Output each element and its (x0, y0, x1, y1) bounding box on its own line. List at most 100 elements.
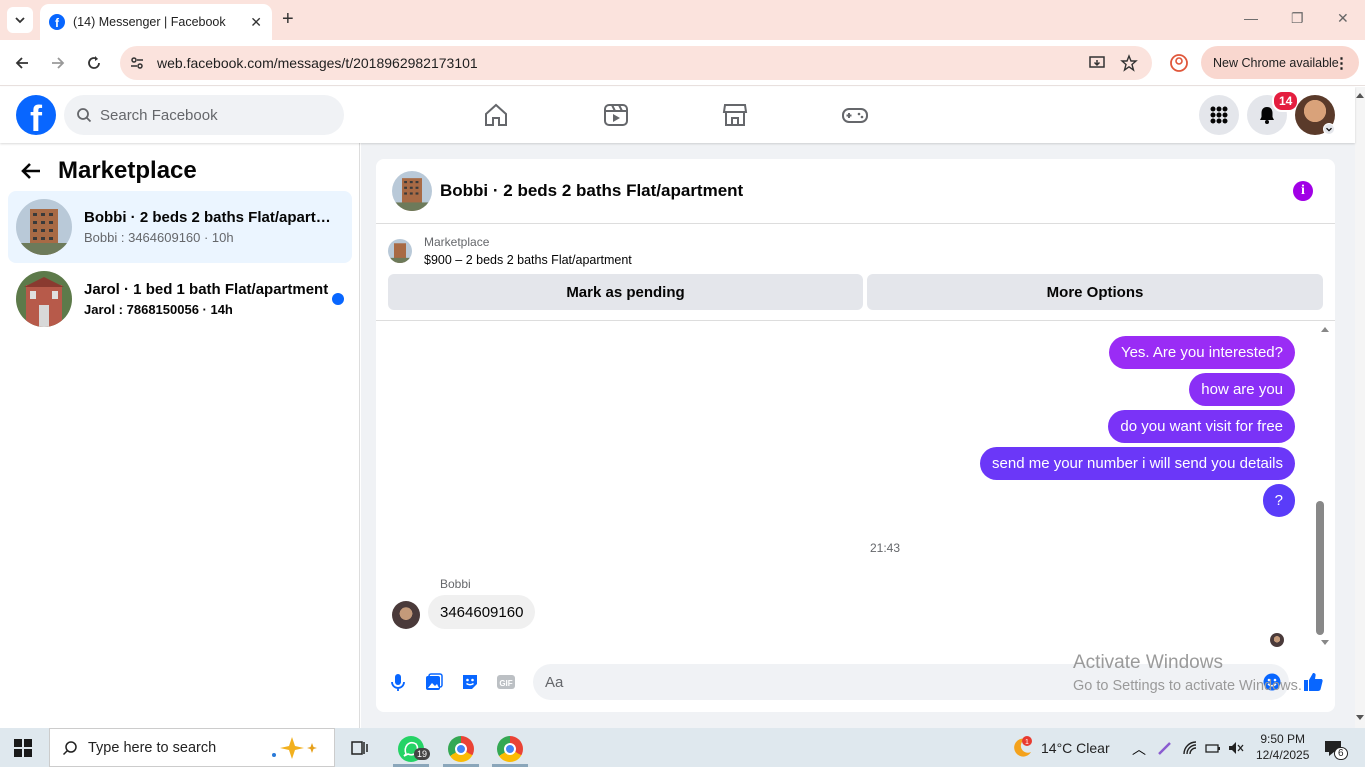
tray-chevron-icon[interactable]: ︿ (1132, 739, 1146, 759)
battery-icon[interactable] (1205, 740, 1221, 756)
copilot-sparkle-icon[interactable] (268, 735, 324, 761)
outgoing-message[interactable]: do you want visit for free (1108, 410, 1295, 443)
video-icon[interactable] (602, 101, 630, 129)
taskbar-search[interactable]: Type here to search (49, 728, 335, 767)
outgoing-message[interactable]: Yes. Are you interested? (1108, 336, 1295, 369)
unread-indicator (332, 293, 344, 305)
microphone-icon[interactable] (388, 672, 408, 692)
read-receipt-avatar (1270, 633, 1284, 647)
clock-date: 12/4/2025 (1256, 748, 1310, 762)
listing-info[interactable]: Marketplace $900 – 2 beds 2 baths Flat/a… (388, 235, 632, 267)
back-arrow-icon[interactable] (20, 160, 42, 182)
back-arrow-icon (15, 57, 28, 69)
search-icon (77, 108, 92, 123)
conversation-name: Bobbi · 2 beds 2 baths Flat/apartm... (84, 209, 334, 226)
chat-listing-thumbnail[interactable] (392, 171, 432, 211)
bookmark-star-icon[interactable] (1120, 54, 1138, 72)
windows-start-icon[interactable] (14, 739, 32, 757)
scroll-down-icon[interactable] (1320, 639, 1330, 647)
clock[interactable]: 9:50 PM 12/4/2025 (1256, 731, 1309, 763)
info-icon[interactable]: i (1293, 181, 1313, 201)
more-options-button[interactable]: More Options (867, 274, 1323, 310)
kebab-menu-icon[interactable]: ⋮ (1334, 54, 1349, 72)
address-toolbar: web.facebook.com/messages/t/201896298217… (0, 40, 1365, 86)
gif-icon[interactable]: GIF (496, 672, 516, 692)
weather-moon-icon: 1 (1014, 735, 1032, 757)
outgoing-message[interactable]: send me your number i will send you deta… (980, 447, 1295, 480)
install-app-icon[interactable] (1088, 54, 1106, 72)
omnibox[interactable]: web.facebook.com/messages/t/201896298217… (120, 46, 1152, 80)
browser-tab-bar: f (14) Messenger | Facebook ✕ + — ❐ ✕ (0, 0, 1365, 40)
chevron-down-icon (15, 17, 25, 24)
restore-icon[interactable]: ❐ (1291, 10, 1304, 27)
site-info-icon[interactable] (129, 55, 145, 71)
mark-as-pending-button[interactable]: Mark as pending (388, 274, 863, 310)
browser-tab[interactable]: f (14) Messenger | Facebook ✕ (40, 4, 272, 40)
speaker-muted-icon[interactable] (1228, 740, 1244, 756)
chrome-icon[interactable] (448, 736, 474, 762)
listing-label: Marketplace (424, 235, 490, 249)
activate-windows-watermark: Activate Windows Go to Settings to activ… (1073, 652, 1302, 694)
svg-text:1: 1 (1025, 739, 1029, 746)
page-scrollbar[interactable] (1355, 87, 1365, 728)
minimize-icon[interactable]: — (1244, 10, 1258, 26)
search-icon (62, 740, 77, 755)
new-tab-button[interactable]: + (282, 8, 294, 30)
facebook-header: f (0, 87, 1355, 143)
facebook-search[interactable] (64, 95, 344, 135)
photo-icon[interactable] (424, 672, 444, 692)
watermark-line2: Go to Settings to activate Windows. (1073, 678, 1302, 694)
profile-icon[interactable] (1169, 53, 1189, 73)
apps-grid-icon (1210, 106, 1228, 124)
wifi-icon[interactable] (1182, 740, 1198, 756)
marketplace-icon[interactable] (721, 101, 749, 129)
menu-button[interactable] (1199, 95, 1239, 135)
chat-scrollbar[interactable] (1316, 501, 1324, 635)
listing-thumbnail (16, 199, 72, 255)
message-list[interactable]: Yes. Are you interested? how are you do … (376, 321, 1320, 656)
new-chrome-label: New Chrome available (1213, 55, 1339, 70)
listing-thumbnail (16, 271, 72, 327)
new-chrome-available-button[interactable]: New Chrome available ⋮ (1201, 46, 1359, 79)
conversation-item[interactable]: Jarol · 1 bed 1 bath Flat/apartment Jaro… (8, 263, 352, 335)
tab-search-button[interactable] (7, 7, 33, 33)
windows-taskbar: Type here to search 19 1 14°C Clear ︿ 9:… (0, 728, 1365, 767)
reload-button[interactable] (83, 52, 105, 74)
conversation-preview: Bobbi : 3464609160 · 10h (84, 230, 234, 245)
outgoing-message[interactable]: how are you (1189, 373, 1295, 406)
close-tab-icon[interactable]: ✕ (250, 14, 262, 31)
pen-icon[interactable] (1157, 740, 1173, 756)
watermark-line1: Activate Windows (1073, 652, 1223, 673)
close-window-icon[interactable]: ✕ (1337, 10, 1349, 27)
home-icon[interactable] (482, 101, 510, 129)
facebook-search-input[interactable] (100, 106, 320, 124)
chat-header: Bobbi · 2 beds 2 baths Flat/apartment i (376, 159, 1335, 224)
url-text: web.facebook.com/messages/t/201896298217… (157, 55, 478, 71)
page-scroll-down-icon[interactable] (1355, 714, 1365, 722)
gaming-icon[interactable] (841, 101, 869, 129)
sticker-icon[interactable] (460, 672, 480, 692)
tab-title: (14) Messenger | Facebook (73, 15, 226, 29)
reload-icon (88, 56, 100, 69)
page-scroll-up-icon[interactable] (1355, 91, 1365, 99)
task-view-icon[interactable] (350, 738, 370, 758)
account-chevron-icon[interactable] (1323, 123, 1335, 135)
clock-time: 9:50 PM (1260, 732, 1306, 746)
forward-arrow-icon (52, 57, 65, 69)
forward-button[interactable] (47, 52, 69, 74)
sender-avatar[interactable] (392, 601, 420, 629)
scroll-up-icon[interactable] (1320, 325, 1330, 333)
marketplace-header: Marketplace (20, 157, 197, 185)
conversation-preview: Jarol : 7868150056 · 14h (84, 302, 233, 317)
marketplace-title: Marketplace (58, 157, 197, 184)
like-thumb-icon[interactable] (1301, 670, 1325, 694)
weather-widget[interactable]: 1 14°C Clear (1010, 728, 1110, 767)
outgoing-message[interactable]: ? (1262, 484, 1295, 517)
chat-title[interactable]: Bobbi · 2 beds 2 baths Flat/apartment (440, 181, 743, 201)
conversation-item[interactable]: Bobbi · 2 beds 2 baths Flat/apartm... Bo… (8, 191, 352, 263)
facebook-logo-icon[interactable]: f (16, 95, 56, 135)
incoming-message[interactable]: 3464609160 (428, 595, 536, 629)
chrome-profile-icon[interactable] (497, 736, 523, 762)
back-button[interactable] (11, 52, 33, 74)
notification-center-badge: 6 (1334, 747, 1348, 760)
